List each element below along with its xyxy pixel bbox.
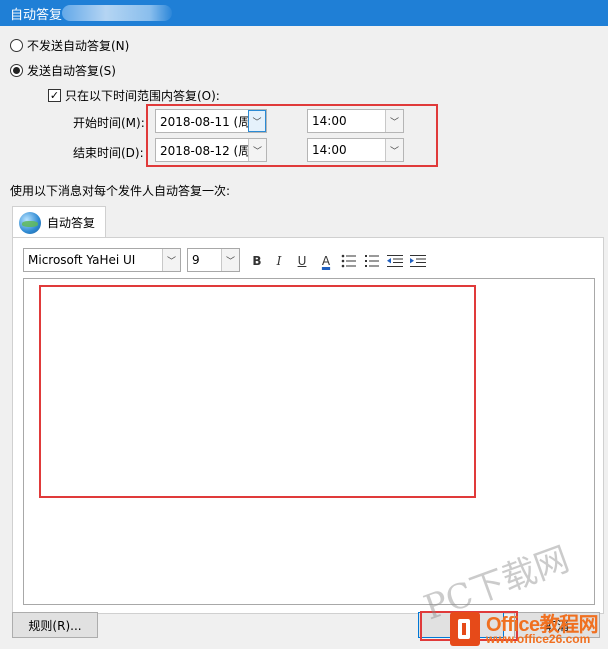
no-reply-label: 不发送自动答复(N) bbox=[27, 39, 130, 53]
tab-auto-reply[interactable]: 自动答复 bbox=[12, 206, 106, 238]
font-size-select[interactable]: 9 ﹀ bbox=[187, 248, 240, 272]
send-reply-radio[interactable] bbox=[10, 64, 23, 77]
font-family-select[interactable]: Microsoft YaHei UI ﹀ bbox=[23, 248, 181, 272]
chevron-down-icon[interactable]: ﹀ bbox=[162, 249, 180, 271]
blurred-account-name bbox=[62, 5, 172, 21]
decrease-indent-icon[interactable] bbox=[385, 251, 405, 271]
start-time-label: 开始时间(M): bbox=[73, 116, 145, 130]
highlight-box-message bbox=[39, 285, 476, 498]
increase-indent-icon[interactable] bbox=[408, 251, 428, 271]
font-color-button[interactable]: A bbox=[316, 251, 336, 271]
rules-button[interactable]: 规则(R)... bbox=[12, 612, 98, 638]
tab-auto-reply-label: 自动答复 bbox=[47, 216, 96, 230]
time-range-checkbox[interactable]: ✓ bbox=[48, 89, 61, 102]
font-size-value: 9 bbox=[192, 253, 200, 267]
office-watermark: Office教程网 www.office26.com bbox=[446, 606, 606, 649]
bold-button[interactable]: B bbox=[247, 251, 267, 271]
message-instruction: 使用以下消息对每个发件人自动答复一次: bbox=[10, 184, 231, 198]
office-logo-icon bbox=[450, 612, 480, 646]
chevron-down-icon[interactable]: ﹀ bbox=[221, 249, 239, 271]
globe-icon bbox=[19, 211, 41, 234]
auto-reply-dialog: 不发送自动答复(N) 发送自动答复(S) ✓ 只在以下时间范围内答复(O): 开… bbox=[0, 26, 608, 649]
send-reply-label: 发送自动答复(S) bbox=[27, 64, 116, 78]
time-range-label: 只在以下时间范围内答复(O): bbox=[65, 89, 220, 103]
end-time-label: 结束时间(D): bbox=[73, 146, 144, 160]
highlight-box-schedule bbox=[146, 104, 438, 167]
send-reply-option[interactable]: 发送自动答复(S) bbox=[10, 62, 116, 79]
italic-button[interactable]: I bbox=[269, 251, 289, 271]
no-reply-radio[interactable] bbox=[10, 39, 23, 52]
time-range-option[interactable]: ✓ 只在以下时间范围内答复(O): bbox=[48, 87, 220, 104]
font-family-value: Microsoft YaHei UI bbox=[28, 253, 136, 267]
underline-button[interactable]: U bbox=[292, 251, 312, 271]
numbered-list-icon[interactable] bbox=[362, 251, 382, 271]
window-title: 自动答复 bbox=[10, 8, 63, 23]
no-reply-option[interactable]: 不发送自动答复(N) bbox=[10, 37, 129, 54]
bullet-list-icon[interactable] bbox=[339, 251, 359, 271]
title-bar: 自动答复 bbox=[0, 0, 608, 26]
office-url-text: www.office26.com bbox=[486, 632, 591, 646]
